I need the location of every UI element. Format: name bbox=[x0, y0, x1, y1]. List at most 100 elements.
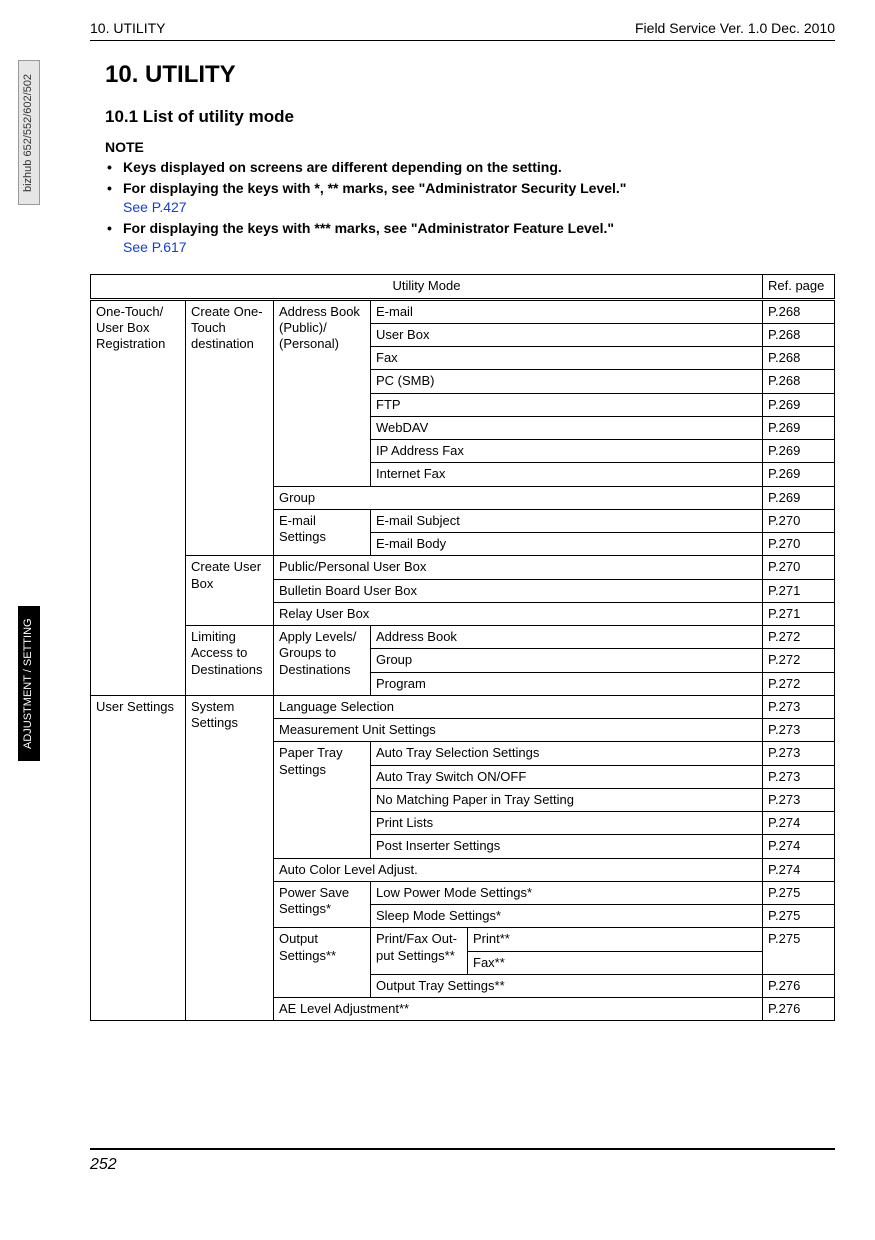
cell: Group bbox=[274, 486, 763, 509]
ref-link[interactable]: P.268 bbox=[763, 323, 835, 346]
cell: Fax** bbox=[468, 951, 763, 974]
cell: WebDAV bbox=[371, 416, 763, 439]
ref-link[interactable]: P.268 bbox=[763, 370, 835, 393]
cell: Address Book (Public)/ (Personal) bbox=[274, 299, 371, 486]
ref-link[interactable]: P.272 bbox=[763, 672, 835, 695]
ref-link[interactable]: P.269 bbox=[763, 486, 835, 509]
cell: Measurement Unit Settings bbox=[274, 719, 763, 742]
cell: FTP bbox=[371, 393, 763, 416]
bullet-text: For displaying the keys with *, ** marks… bbox=[123, 180, 626, 196]
ref-link[interactable]: P.274 bbox=[763, 835, 835, 858]
page-link[interactable]: See P.427 bbox=[123, 199, 187, 215]
ref-link[interactable]: P.275 bbox=[763, 905, 835, 928]
ref-link[interactable]: P.273 bbox=[763, 719, 835, 742]
cell: Relay User Box bbox=[274, 602, 763, 625]
table-row: Create User BoxPublic/Personal User BoxP… bbox=[91, 556, 835, 579]
cell: Fax bbox=[371, 347, 763, 370]
ref-link[interactable]: P.273 bbox=[763, 742, 835, 765]
bullet: For displaying the keys with *, ** marks… bbox=[105, 179, 835, 217]
note-bullets: Keys displayed on screens are different … bbox=[105, 158, 835, 256]
cell: IP Address Fax bbox=[371, 440, 763, 463]
bullet-text: Keys displayed on screens are different … bbox=[123, 159, 562, 175]
cell: No Matching Paper in Tray Setting bbox=[371, 788, 763, 811]
cell: Print** bbox=[468, 928, 763, 951]
cell: E-mail bbox=[371, 299, 763, 323]
cell: System Settings bbox=[186, 695, 274, 1021]
cell: Limiting Access to Destina­tions bbox=[186, 626, 274, 696]
ref-link[interactable]: P.269 bbox=[763, 393, 835, 416]
cell: Create User Box bbox=[186, 556, 274, 626]
ref-link[interactable]: P.270 bbox=[763, 556, 835, 579]
ref-link[interactable]: P.274 bbox=[763, 812, 835, 835]
ref-link[interactable]: P.271 bbox=[763, 579, 835, 602]
cell: Bulletin Board User Box bbox=[274, 579, 763, 602]
ref-link[interactable]: P.270 bbox=[763, 533, 835, 556]
table-row: One-Touch/ User Box Registration Create … bbox=[91, 299, 835, 323]
cell: Low Power Mode Settings* bbox=[371, 881, 763, 904]
ref-link[interactable]: P.271 bbox=[763, 602, 835, 625]
cell: Program bbox=[371, 672, 763, 695]
cell: Group bbox=[371, 649, 763, 672]
cell: User Settings bbox=[91, 695, 186, 1021]
ref-link[interactable]: P.275 bbox=[763, 881, 835, 904]
cell: Apply Levels/ Groups to Destinations bbox=[274, 626, 371, 696]
cell: Print/Fax Out­put Settings** bbox=[371, 928, 468, 975]
page-content: 10. UTILITY Field Service Ver. 1.0 Dec. … bbox=[75, 20, 835, 1021]
table-row: Limiting Access to Destina­tionsApply Le… bbox=[91, 626, 835, 649]
note-label: NOTE bbox=[105, 139, 835, 155]
cell: Auto Color Level Adjust. bbox=[274, 858, 763, 881]
cell: Sleep Mode Settings* bbox=[371, 905, 763, 928]
cell: Internet Fax bbox=[371, 463, 763, 486]
cell: User Box bbox=[371, 323, 763, 346]
bullet: For displaying the keys with *** marks, … bbox=[105, 219, 835, 257]
cell: Create One-Touch destination bbox=[186, 299, 274, 556]
table-header-row: Utility Mode Ref. page bbox=[91, 275, 835, 299]
page-link[interactable]: See P.617 bbox=[123, 239, 187, 255]
col-header-mode: Utility Mode bbox=[91, 275, 763, 299]
cell: Post Inserter Settings bbox=[371, 835, 763, 858]
cell: AE Level Adjustment** bbox=[274, 998, 763, 1021]
ref-link[interactable]: P.269 bbox=[763, 440, 835, 463]
ref-link[interactable]: P.268 bbox=[763, 347, 835, 370]
cell: Address Book bbox=[371, 626, 763, 649]
ref-link[interactable]: P.275 bbox=[763, 928, 835, 975]
ref-link[interactable]: P.273 bbox=[763, 765, 835, 788]
header-left: 10. UTILITY bbox=[90, 20, 165, 36]
side-tab-model: bizhub 652/552/602/502 bbox=[18, 60, 40, 205]
ref-link[interactable]: P.269 bbox=[763, 416, 835, 439]
section-title: 10.1 List of utility mode bbox=[105, 107, 835, 127]
cell: E-mail Settings bbox=[274, 509, 371, 556]
cell: Print Lists bbox=[371, 812, 763, 835]
ref-link[interactable]: P.272 bbox=[763, 649, 835, 672]
cell: Auto Tray Switch ON/OFF bbox=[371, 765, 763, 788]
cell: E-mail Body bbox=[371, 533, 763, 556]
cell: E-mail Subject bbox=[371, 509, 763, 532]
ref-link[interactable]: P.273 bbox=[763, 788, 835, 811]
utility-table: Utility Mode Ref. page One-Touch/ User B… bbox=[90, 274, 835, 1021]
ref-link[interactable]: P.273 bbox=[763, 695, 835, 718]
ref-link[interactable]: P.270 bbox=[763, 509, 835, 532]
cell: Public/Personal User Box bbox=[274, 556, 763, 579]
cell: PC (SMB) bbox=[371, 370, 763, 393]
ref-link[interactable]: P.269 bbox=[763, 463, 835, 486]
col-header-ref: Ref. page bbox=[763, 275, 835, 299]
ref-link[interactable]: P.272 bbox=[763, 626, 835, 649]
bullet: Keys displayed on screens are different … bbox=[105, 158, 835, 177]
ref-link[interactable]: P.268 bbox=[763, 299, 835, 323]
cell: Output Tray Settings** bbox=[371, 974, 763, 997]
table-row: User Settings System Settings Language S… bbox=[91, 695, 835, 718]
side-tab-section: ADJUSTMENT / SETTING bbox=[18, 606, 40, 761]
ref-link[interactable]: P.276 bbox=[763, 974, 835, 997]
running-header: 10. UTILITY Field Service Ver. 1.0 Dec. … bbox=[90, 20, 835, 40]
cell: Language Selection bbox=[274, 695, 763, 718]
cell: Output Settings** bbox=[274, 928, 371, 998]
page-number: 252 bbox=[90, 1148, 835, 1174]
header-right: Field Service Ver. 1.0 Dec. 2010 bbox=[635, 20, 835, 36]
bullet-text: For displaying the keys with *** marks, … bbox=[123, 220, 614, 236]
cell: One-Touch/ User Box Registration bbox=[91, 299, 186, 695]
cell: Paper Tray Settings bbox=[274, 742, 371, 858]
ref-link[interactable]: P.274 bbox=[763, 858, 835, 881]
chapter-title: 10. UTILITY bbox=[105, 61, 835, 89]
ref-link[interactable]: P.276 bbox=[763, 998, 835, 1021]
header-rule bbox=[90, 40, 835, 41]
